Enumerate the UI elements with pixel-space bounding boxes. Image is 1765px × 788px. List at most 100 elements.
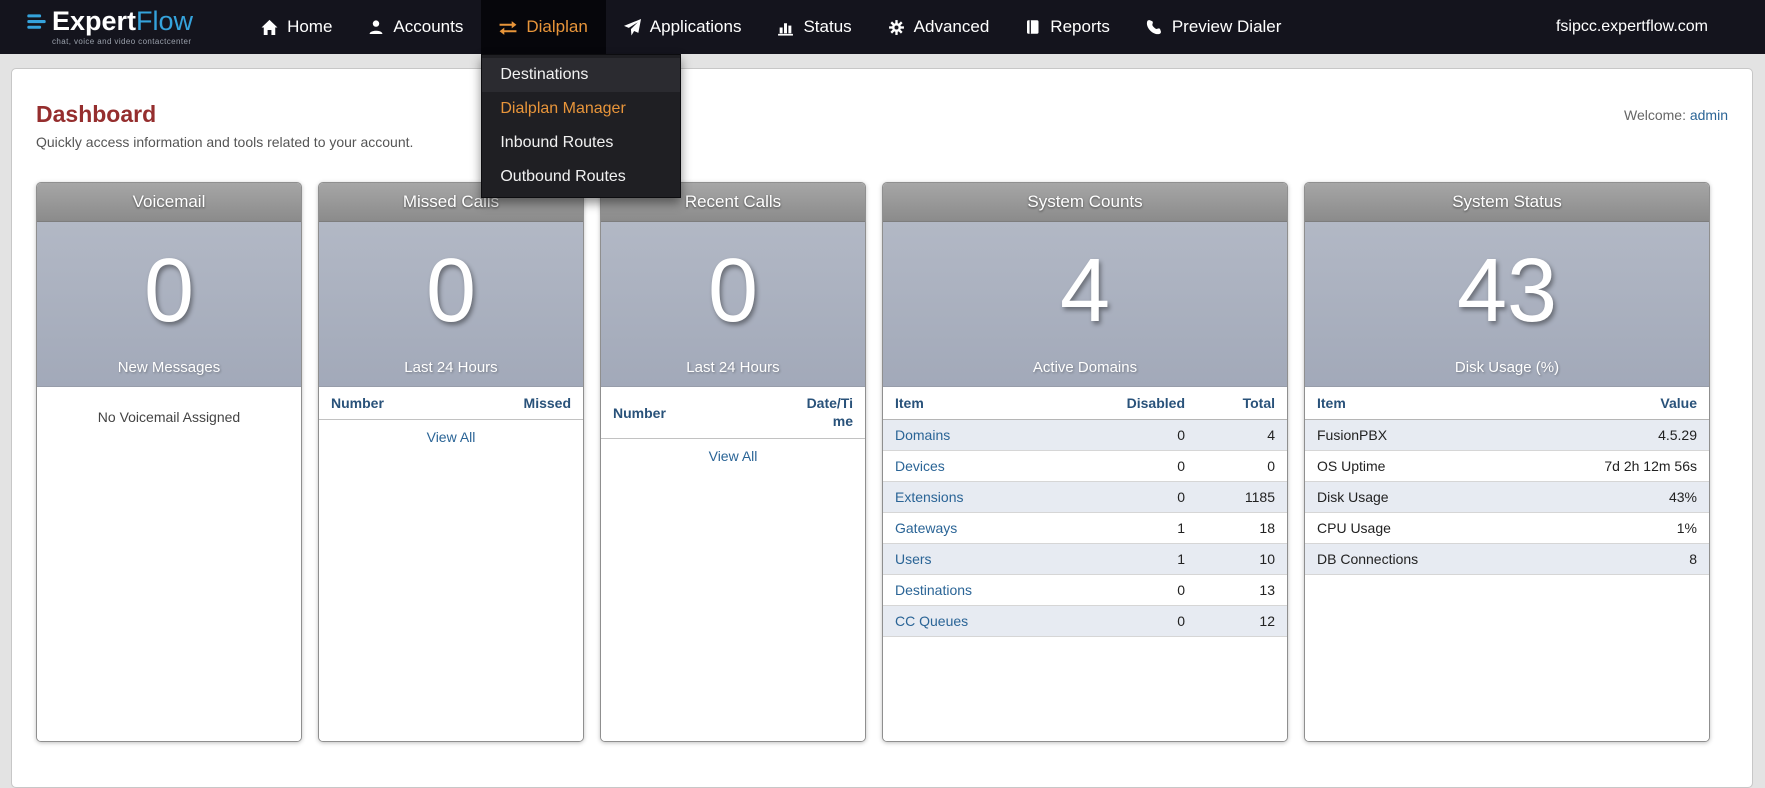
page-header: Dashboard Quickly access information and… [36, 93, 1728, 150]
page-title: Dashboard [36, 101, 157, 127]
book-icon [1025, 19, 1041, 35]
logo[interactable]: ExpertFlow chat, voice and video contact… [0, 0, 203, 54]
nav-item-label: Advanced [913, 17, 990, 36]
status-item-value: 8 [1539, 543, 1709, 575]
voicemail-empty-text: No Voicemail Assigned [97, 409, 241, 425]
dashboard-panels: Voicemail 0 New Messages No Voicemail As… [36, 182, 1728, 742]
nav-item-preview-dialer[interactable]: Preview Dialer [1128, 0, 1300, 54]
system-status-count-label: Disk Usage (%) [1454, 359, 1560, 376]
system-counts-hero: 4 Active Domains [883, 222, 1287, 387]
nav-item-advanced[interactable]: Advanced [870, 0, 1008, 54]
recent-calls-count-label: Last 24 Hours [686, 359, 780, 376]
table-row: Gateways 1 18 [883, 512, 1287, 544]
recent-calls-panel: Recent Calls 0 Last 24 Hours Number Date… [600, 182, 866, 742]
counts-total-value: 12 [1197, 605, 1287, 637]
nav-item-label: Preview Dialer [1171, 17, 1282, 36]
menu-item-destinations[interactable]: Destinations [482, 58, 681, 92]
welcome-user-link[interactable]: admin [1690, 107, 1728, 123]
logo-bars-icon [26, 11, 47, 32]
counts-total-value: 4 [1197, 419, 1287, 451]
table-row: Destinations 0 13 [883, 574, 1287, 606]
voicemail-panel-title: Voicemail [37, 183, 301, 222]
table-row: Domains 0 4 [883, 419, 1287, 451]
counts-disabled-value: 0 [1097, 574, 1197, 606]
menu-item-inbound-routes[interactable]: Inbound Routes [482, 126, 680, 160]
column-header-number: Number [613, 404, 666, 421]
gear-icon [888, 19, 905, 36]
column-header-missed: Missed [523, 395, 571, 411]
status-item-value: 4.5.29 [1539, 419, 1709, 451]
voicemail-count: 0 [143, 240, 195, 341]
missed-calls-table-header: Number Missed [319, 387, 583, 420]
counts-item-link[interactable]: CC Queues [895, 613, 968, 629]
paper-plane-icon [623, 18, 641, 36]
column-header-total: Total [1197, 387, 1287, 420]
table-row: Users 1 10 [883, 543, 1287, 575]
top-navbar: ExpertFlow chat, voice and video contact… [0, 0, 1765, 198]
table-row: FusionPBX 4.5.29 [1305, 419, 1709, 451]
recent-calls-hero: 0 Last 24 Hours [601, 222, 865, 387]
missed-calls-count: 0 [425, 240, 477, 341]
nav-item-home[interactable]: Home [243, 0, 350, 54]
recent-calls-view-all-link[interactable]: View All [709, 448, 758, 464]
status-item-label: OS Uptime [1305, 450, 1539, 482]
server-domain: fsipcc.expertflow.com [1555, 18, 1708, 35]
counts-disabled-value: 1 [1097, 543, 1197, 575]
nav-item-dialplan[interactable]: Dialplan Destinations Dialplan Manager I… [481, 0, 682, 198]
missed-calls-hero: 0 Last 24 Hours [319, 222, 583, 387]
user-icon [368, 19, 384, 35]
page-subtitle: Quickly access information and tools rel… [36, 134, 414, 150]
counts-total-value: 18 [1197, 512, 1287, 544]
dialplan-arrows-icon [499, 18, 517, 36]
table-row: DB Connections 8 [1305, 543, 1709, 575]
counts-item-link[interactable]: Extensions [895, 489, 963, 505]
counts-item-link[interactable]: Users [895, 551, 932, 567]
phone-icon [1146, 19, 1163, 36]
system-counts-table: Item Disabled Total Domains 0 4 Devices [883, 387, 1287, 637]
status-item-label: FusionPBX [1305, 419, 1539, 451]
counts-total-value: 10 [1197, 543, 1287, 575]
counts-disabled-value: 1 [1097, 512, 1197, 544]
menu-item-outbound-routes[interactable]: Outbound Routes [482, 160, 680, 194]
counts-disabled-value: 0 [1097, 605, 1197, 637]
status-item-label: DB Connections [1305, 543, 1539, 575]
counts-item-link[interactable]: Devices [895, 458, 945, 474]
table-row: Disk Usage 43% [1305, 481, 1709, 513]
missed-calls-panel: Missed Calls 0 Last 24 Hours Number Miss… [318, 182, 584, 742]
missed-calls-view-all-link[interactable]: View All [427, 429, 476, 445]
counts-item-link[interactable]: Domains [895, 427, 950, 443]
nav-item-reports[interactable]: Reports [1007, 0, 1128, 54]
table-row: Devices 0 0 [883, 450, 1287, 482]
system-counts-count-label: Active Domains [1032, 359, 1138, 376]
counts-disabled-value: 0 [1097, 450, 1197, 482]
nav-item-label: Applications [649, 17, 742, 36]
nav-item-status[interactable]: Status [759, 0, 869, 54]
counts-item-link[interactable]: Gateways [895, 520, 957, 536]
main-nav: Home Accounts Dialplan Destinations Dial… [243, 0, 1300, 198]
home-icon [261, 19, 278, 36]
column-header-number: Number [331, 395, 384, 411]
table-row: Extensions 0 1185 [883, 481, 1287, 513]
status-item-value: 43% [1539, 481, 1709, 513]
table-row: OS Uptime 7d 2h 12m 56s [1305, 450, 1709, 482]
status-item-label: Disk Usage [1305, 481, 1539, 513]
nav-item-label: Status [803, 17, 852, 36]
dialplan-dropdown-menu: Destinations Dialplan Manager Inbound Ro… [481, 54, 682, 198]
counts-total-value: 0 [1197, 450, 1287, 482]
voicemail-count-label: New Messages [117, 359, 221, 376]
counts-item-link[interactable]: Destinations [895, 582, 972, 598]
voicemail-panel: Voicemail 0 New Messages No Voicemail As… [36, 182, 302, 742]
menu-item-dialplan-manager[interactable]: Dialplan Manager [482, 92, 680, 126]
system-counts-panel: System Counts 4 Active Domains Item Disa… [882, 182, 1288, 742]
table-row: CC Queues 0 12 [883, 605, 1287, 637]
nav-item-applications[interactable]: Applications [606, 0, 760, 54]
recent-calls-count: 0 [707, 240, 759, 341]
nav-item-label: Home [287, 17, 333, 36]
missed-calls-count-label: Last 24 Hours [404, 359, 498, 376]
content-card: Dashboard Quickly access information and… [11, 68, 1753, 788]
nav-item-accounts[interactable]: Accounts [350, 0, 481, 54]
system-status-count: 43 [1456, 240, 1558, 341]
column-header-item: Item [1305, 387, 1539, 420]
logo-text-secondary: Flow [136, 6, 194, 36]
table-row: CPU Usage 1% [1305, 512, 1709, 544]
